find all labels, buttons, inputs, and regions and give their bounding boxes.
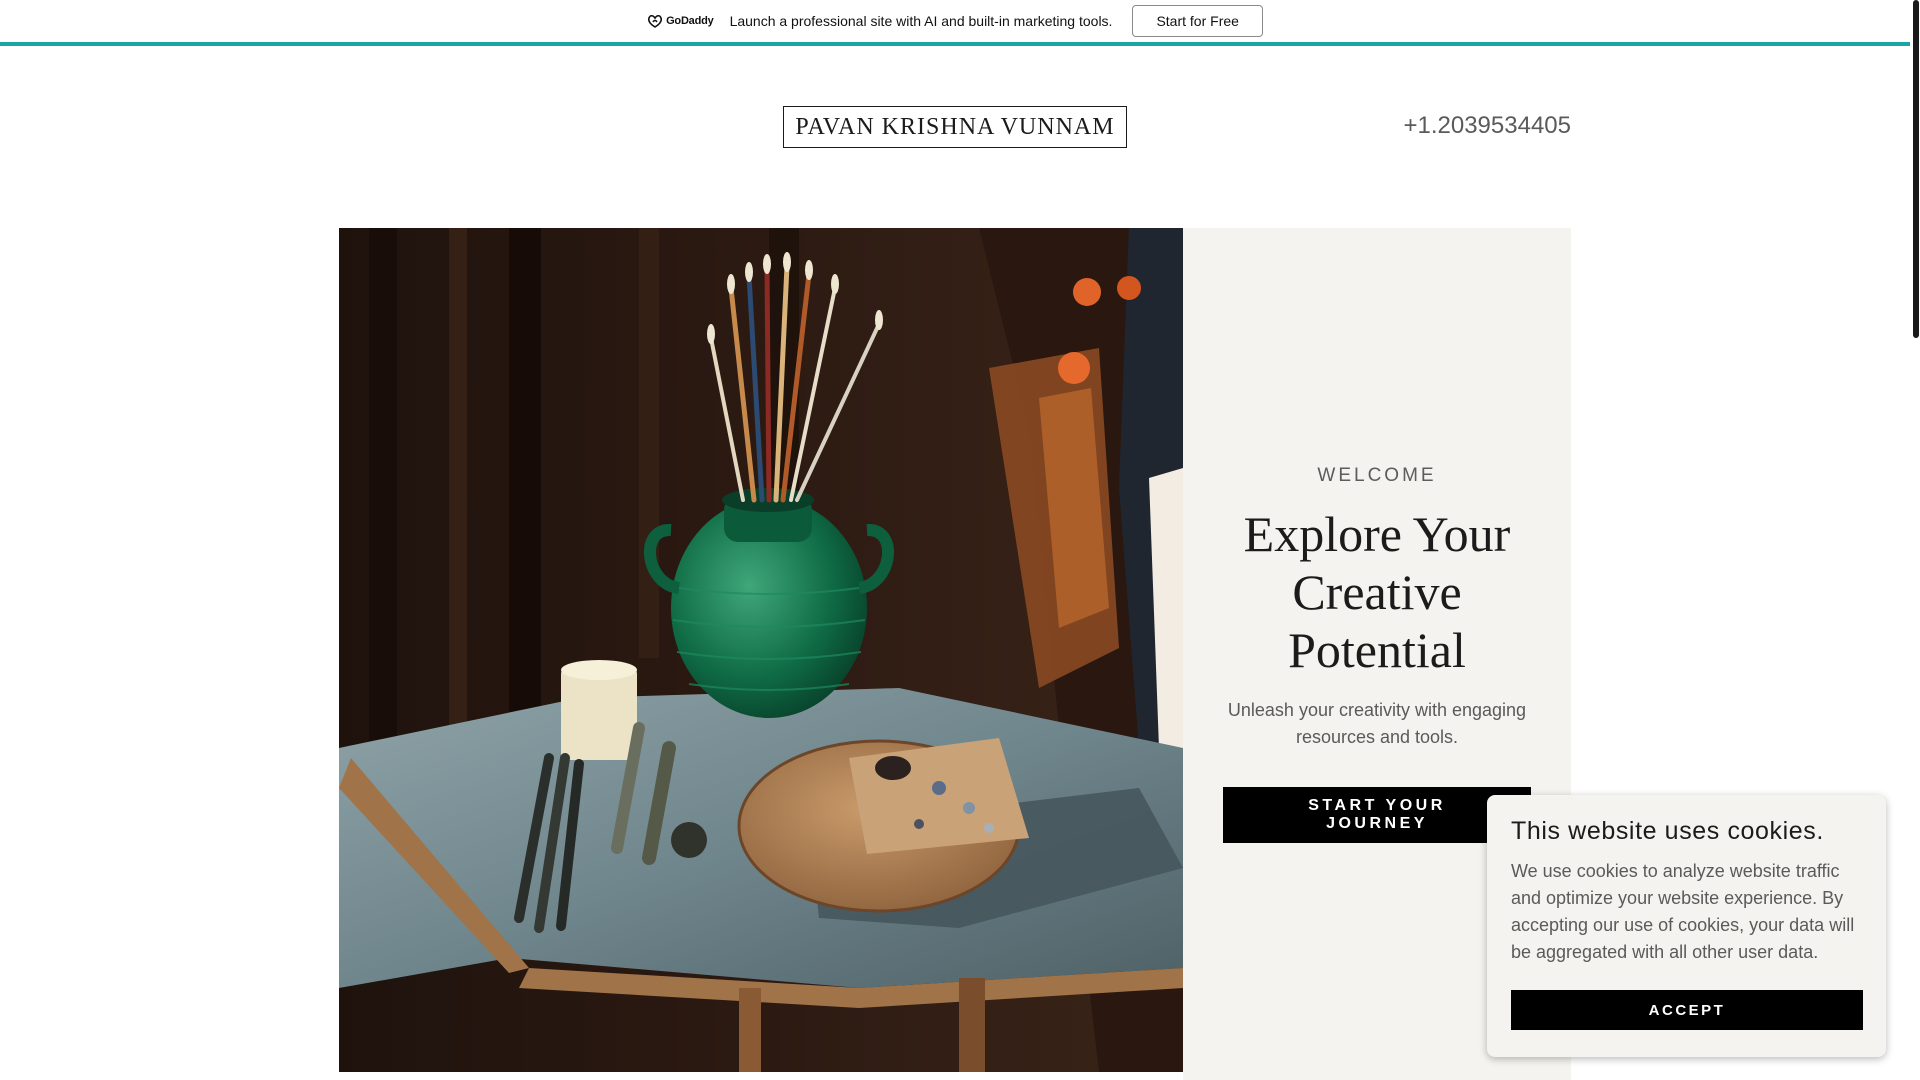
cookie-title: This website uses cookies. (1511, 817, 1824, 845)
promo-message: Launch a professional site with AI and b… (729, 13, 1113, 29)
painting-studio-photo (339, 228, 1183, 1072)
godaddy-logo[interactable]: GoDaddy (647, 14, 714, 28)
welcome-eyebrow: WELCOME (1317, 465, 1437, 486)
godaddy-icon (648, 14, 663, 28)
start-your-journey-button[interactable]: START YOUR JOURNEY (1223, 787, 1531, 843)
promo-bar: GoDaddy Launch a professional site with … (0, 0, 1910, 46)
cookie-body: We use cookies to analyze website traffi… (1511, 861, 1855, 962)
hero-section: WELCOME Explore Your Creative Potential … (339, 228, 1571, 1080)
hero-subtext: Unleash your creativity with engaging re… (1227, 700, 1527, 747)
scrollbar-thumb[interactable] (1913, 0, 1919, 338)
site-title[interactable]: PAVAN KRISHNA VUNNAM (783, 106, 1127, 148)
start-for-free-button[interactable]: Start for Free (1132, 5, 1263, 37)
hero-headline: Explore Your Creative Potential (1243, 506, 1511, 678)
phone-number[interactable]: +1.2039534405 (1403, 112, 1571, 140)
cookie-banner: This website uses cookies. We use cookie… (1487, 795, 1886, 1057)
accept-cookies-button[interactable]: ACCEPT (1511, 990, 1863, 1030)
page-scrollbar[interactable] (1910, 0, 1920, 1080)
hero-content: WELCOME Explore Your Creative Potential … (1183, 465, 1571, 843)
hero-image (339, 228, 1183, 1072)
godaddy-logo-text: GoDaddy (666, 15, 714, 27)
